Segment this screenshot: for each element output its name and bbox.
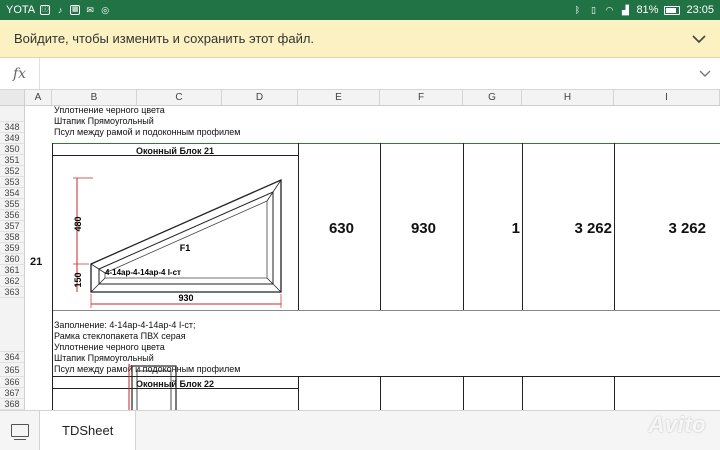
row-header[interactable]: 355 — [0, 199, 25, 210]
row-header[interactable]: 366 — [0, 377, 25, 388]
column-header-h[interactable]: H — [522, 90, 614, 106]
col-border-g2 — [463, 376, 464, 410]
sheet-switcher-icon[interactable] — [0, 410, 40, 450]
formula-bar: fx — [0, 58, 720, 90]
sum-value: 3 262 — [668, 220, 706, 237]
height-value: 930 — [410, 220, 436, 237]
vibrate-icon: ▯ — [590, 5, 596, 15]
spreadsheet-grid[interactable]: ABCDEFGHI 348 349 350 351 352 353 354 355 356 357… — [0, 90, 720, 410]
banner-message: Войдите, чтобы изменить и сохранить этот… — [14, 31, 315, 46]
signal-icon: ▟ — [621, 5, 629, 15]
row-header[interactable]: 350 — [0, 144, 25, 155]
battery-icon — [664, 5, 681, 15]
row-header[interactable]: 358 — [0, 232, 25, 243]
row-header[interactable]: 359 — [0, 243, 25, 254]
clock: 23:05 — [686, 4, 714, 16]
desc-filling: Заполнение: 4-14ар-4-14ар-4 I-ст; — [54, 320, 196, 330]
row-header-filler-top — [0, 106, 25, 122]
position-number: 21 — [30, 256, 43, 268]
row-header[interactable]: 356 — [0, 210, 25, 221]
row-header[interactable]: 362 — [0, 276, 25, 287]
desc-spacer: Рамка стеклопакета ПВХ серая — [54, 331, 186, 341]
width-value: 630 — [328, 220, 354, 237]
col-border-f2 — [380, 376, 381, 410]
dim-width-label: 930 — [178, 293, 193, 303]
mail-icon: ✉ — [86, 5, 94, 15]
select-all-corner[interactable] — [0, 90, 25, 106]
block-title: Оконный Блок 21 — [135, 146, 215, 156]
status-bar: YOTA ⓘ ♪ ▦ ✉ ◎ ᛒ ▯ ◠ ▟ 81% 23:05 — [0, 0, 720, 20]
column-header-i[interactable]: I — [614, 90, 720, 106]
row-header[interactable]: 364 — [0, 352, 25, 363]
block-border-top — [52, 143, 720, 144]
window-drawing: 480 150 930 F1 4-14ар-4-14ар-4 I-ст — [73, 177, 282, 308]
row-header[interactable]: 351 — [0, 155, 25, 166]
dim-height-label: 480 — [73, 216, 83, 231]
row-header-filler — [0, 298, 25, 352]
tiktok-icon: ♪ — [57, 5, 63, 15]
quantity-value: 1 — [511, 220, 520, 237]
sheet-tab[interactable]: TDSheet — [40, 410, 137, 450]
row-header[interactable]: 368 — [0, 399, 25, 410]
carrier-name: YOTA — [6, 4, 36, 16]
row-header[interactable]: 365 — [0, 363, 25, 377]
column-header-e[interactable]: E — [298, 90, 380, 106]
formula-input[interactable] — [40, 58, 690, 89]
row-header[interactable]: 349 — [0, 133, 25, 144]
row-header[interactable]: 360 — [0, 254, 25, 265]
desc-seal: Уплотнение черного цвета — [54, 342, 165, 352]
bluetooth-icon: ᛒ — [574, 5, 581, 15]
battery-percent: 81% — [636, 4, 659, 16]
column-header-c[interactable]: C — [137, 90, 222, 106]
dim-side-label: 150 — [73, 272, 83, 287]
col-border-h2 — [522, 376, 523, 410]
expand-formula-icon[interactable] — [690, 67, 720, 81]
sheet-bar: TDSheet — [0, 410, 720, 450]
glass-formula-label: 4-14ар-4-14ар-4 I-ст — [105, 268, 181, 277]
note-glazing-bead: Штапик Прямоугольный — [54, 116, 154, 126]
note-sill-profile: Псул между рамой и подоконным профилем — [54, 127, 241, 137]
row-header[interactable]: 357 — [0, 221, 25, 232]
window-drawing-2 — [128, 364, 177, 410]
gallery-icon: ▦ — [70, 5, 81, 15]
avito-watermark: Avito — [648, 412, 706, 437]
wifi-icon: ◠ — [605, 5, 614, 15]
browser-icon: ◎ — [101, 5, 110, 15]
row-header[interactable]: 363 — [0, 287, 25, 298]
column-header-b[interactable]: B — [52, 90, 137, 106]
column-header-a[interactable]: A — [25, 90, 52, 106]
note-seal: Уплотнение черного цвета — [54, 105, 165, 115]
column-header-g[interactable]: G — [463, 90, 522, 106]
app-notification-icon: ⓘ — [40, 5, 51, 15]
row-header[interactable]: 354 — [0, 188, 25, 199]
fx-icon: fx — [0, 58, 40, 89]
column-header-d[interactable]: D — [222, 90, 298, 106]
sign-in-banner[interactable]: Войдите, чтобы изменить и сохранить этот… — [0, 20, 720, 58]
chevron-down-icon[interactable] — [692, 31, 706, 47]
row-header[interactable]: 352 — [0, 166, 25, 177]
sash-label: F1 — [180, 243, 191, 253]
price-value: 3 262 — [574, 220, 612, 237]
column-header-f[interactable]: F — [380, 90, 463, 106]
block-border-mid — [52, 310, 720, 311]
col-border-e2 — [298, 376, 299, 410]
glass-pane — [104, 200, 268, 279]
row-header[interactable]: 361 — [0, 265, 25, 276]
row-header[interactable]: 353 — [0, 177, 25, 188]
row-header[interactable]: 367 — [0, 388, 25, 399]
col-border-i2 — [614, 376, 615, 410]
row-header[interactable]: 348 — [0, 122, 25, 133]
